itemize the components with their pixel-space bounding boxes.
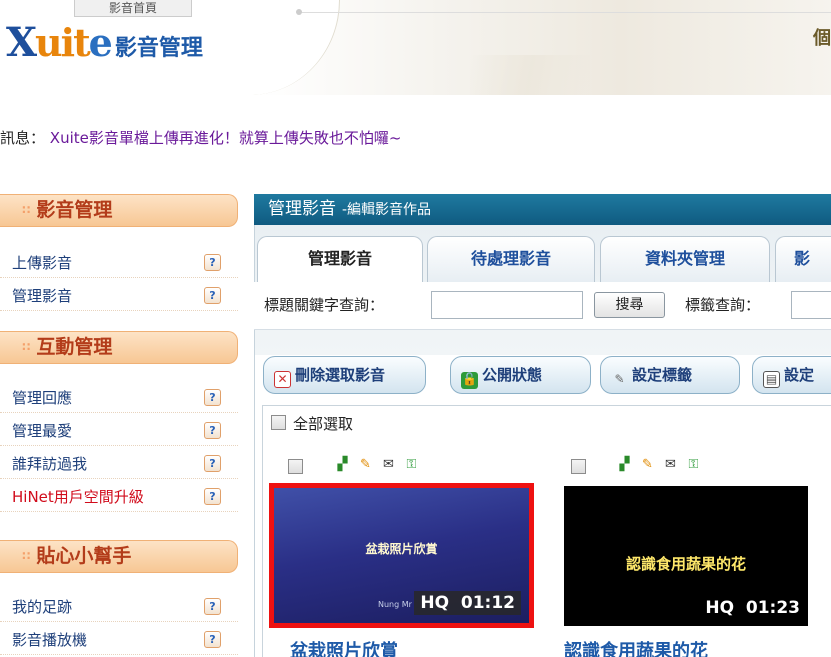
sidebar-item-upload[interactable]: 上傳影音 ? [0,248,238,278]
sidebar-item-comments[interactable]: 管理回應 ? [0,383,238,413]
home-tab[interactable]: 影音首頁 [74,0,192,17]
lock-open-icon[interactable]: ⚿ [684,455,703,474]
public-label: 公開狀態 [482,366,543,384]
video-checkbox[interactable] [288,459,303,474]
tab-more[interactable]: 影 [775,236,831,282]
lock-open-icon[interactable]: ⚿ [402,455,421,474]
sidebar-section-helper: ∷ 貼心小幫手 [0,540,238,573]
sidebar-item-manage[interactable]: 管理影音 ? [0,281,238,311]
header-rule-dot [296,9,302,15]
video-thumbnail[interactable]: 認識食用蔬果的花 HQ 01:23 [564,486,808,626]
edit-pencil-icon[interactable]: ✎ [356,455,375,474]
help-icon[interactable]: ? [204,598,221,615]
help-icon[interactable]: ? [204,631,221,648]
section-dots-icon: ∷ [22,340,31,354]
help-icon[interactable]: ? [204,488,221,505]
sidebar-item-footprints[interactable]: 我的足跡 ? [0,592,238,622]
set-tag-button[interactable]: ✎ 設定標籤 [600,356,740,394]
header-glow [470,55,590,95]
sidebar-section-media: ∷ 影音管理 [0,194,238,227]
delete-label: 刪除選取影音 [295,366,386,384]
tab-manage-media[interactable]: 管理影音 [257,236,423,283]
quality-label: HQ [420,593,450,613]
move-icon[interactable]: ▞ [615,455,634,474]
help-icon[interactable]: ? [204,422,221,439]
logo-uite: uit [35,20,91,65]
select-all-label: 全部選取 [293,415,354,433]
notice-label: 訊息： [0,129,46,147]
sidebar-item-label: HiNet用戶空間升級 [12,488,144,506]
video-thumbnail[interactable]: 盆栽照片欣賞 Nung Mr HQ 01:12 [269,483,534,628]
thumbnail-caption: 認識食用蔬果的花 [625,555,746,573]
help-icon[interactable]: ? [204,455,221,472]
keyword-label: 標題關鍵字查詢： [264,296,385,314]
duration-badge: HQ 01:23 [705,598,800,618]
video-title-link[interactable]: 盆栽照片欣賞 [290,637,398,657]
sidebar-item-label: 上傳影音 [12,254,73,272]
edit-pencil-icon[interactable]: ✎ [638,455,657,474]
section-dots-icon: ∷ [22,549,31,563]
site-logo[interactable]: X uit e 影音管理 [6,19,203,66]
main-title-bar: 管理影音 -編輯影音作品 [254,194,831,225]
tag-icon: ✎ [614,372,625,386]
quality-label: HQ [705,598,735,618]
sidebar-section-title: 影音管理 [36,199,113,221]
sidebar-item-hinet-upgrade[interactable]: HiNet用戶空間升級 ? [0,482,238,512]
delete-selected-button[interactable]: ✕ 刪除選取影音 [263,356,426,394]
tab-folder-manage[interactable]: 資料夾管理 [600,236,770,282]
header-rule [300,12,831,13]
duration-label: 01:23 [745,598,800,618]
lock-icon: 🔓 [461,372,478,389]
logo-x: X [6,19,37,66]
video-checkbox[interactable] [571,459,586,474]
help-icon[interactable]: ? [204,287,221,304]
tab-pending-media[interactable]: 待處理影音 [427,236,595,282]
delete-x-icon: ✕ [274,371,291,388]
thumbnail-credit: Nung Mr [378,600,412,609]
sidebar-item-label: 我的足跡 [12,598,73,616]
set-button[interactable]: ▤ 設定 [752,356,831,394]
logo-subtitle: 影音管理 [114,35,203,61]
search-button[interactable]: 搜尋 [594,292,665,318]
select-all-checkbox[interactable] [271,415,286,430]
site-header: 影音首頁 X uit e 影音管理 個 [0,0,831,95]
tag-label: 標籤查詢： [685,296,761,314]
notice-message: 訊息： Xuite影音單檔上傳再進化！就算上傳失敗也不怕囉~ [0,127,401,148]
sidebar-item-label: 誰拜訪過我 [12,455,88,473]
main-subtitle: -編輯影音作品 [342,202,432,218]
sidebar-item-favorites[interactable]: 管理最愛 ? [0,416,238,446]
move-icon[interactable]: ▞ [333,455,352,474]
mail-icon[interactable]: ✉ [379,455,398,474]
duration-label: 01:12 [460,593,515,613]
logo-e: e [88,20,113,65]
sidebar-section-title: 貼心小幫手 [36,545,132,567]
public-status-button[interactable]: 🔓 公開狀態 [450,356,591,394]
keyword-input[interactable] [431,291,583,319]
document-icon: ▤ [763,371,780,388]
sidebar-item-label: 管理影音 [12,287,73,305]
section-dots-icon: ∷ [22,203,31,217]
help-icon[interactable]: ? [204,389,221,406]
header-user-link[interactable]: 個 [813,24,831,50]
tag-input[interactable] [791,291,831,319]
sidebar-section-title: 互動管理 [36,336,113,358]
video-actions: ▞ ✎ ✉ ⚿ [615,455,703,474]
mail-icon[interactable]: ✉ [661,455,680,474]
sidebar-section-interaction: ∷ 互動管理 [0,331,238,364]
video-title-link[interactable]: 認識食用蔬果的花 [564,637,708,657]
video-actions: ▞ ✎ ✉ ⚿ [333,455,421,474]
sidebar-item-visitors[interactable]: 誰拜訪過我 ? [0,449,238,479]
notice-link[interactable]: Xuite影音單檔上傳再進化！就算上傳失敗也不怕囉~ [50,129,402,147]
sidebar-item-player[interactable]: 影音播放機 ? [0,625,238,655]
sidebar-item-label: 管理最愛 [12,422,73,440]
sidebar-item-label: 管理回應 [12,389,73,407]
tag-label-text: 設定標籤 [632,366,693,384]
duration-badge: HQ 01:12 [414,591,521,615]
help-icon[interactable]: ? [204,254,221,271]
sidebar-item-label: 影音播放機 [12,631,88,649]
main-title: 管理影音 [268,199,336,219]
set-label: 設定 [784,366,815,384]
thumbnail-caption: 盆栽照片欣賞 [365,542,438,556]
